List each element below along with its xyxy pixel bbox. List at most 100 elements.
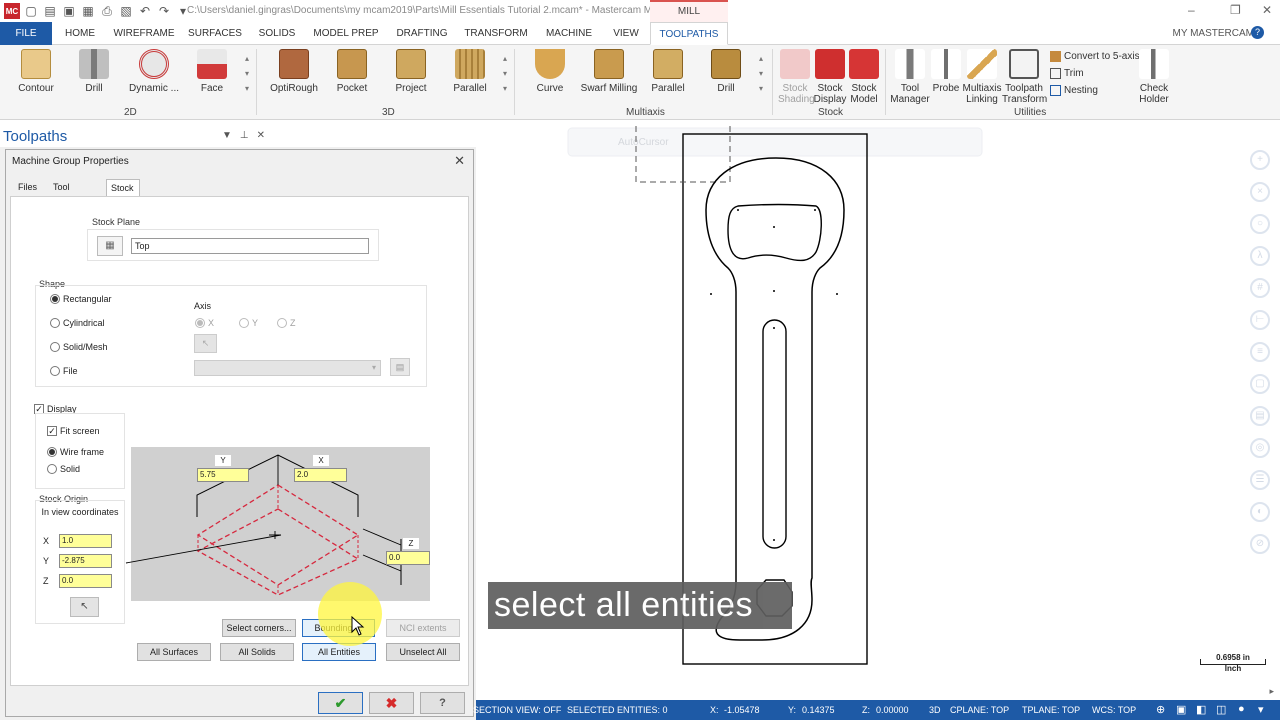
tool-manager-button[interactable]: Tool Manager — [890, 49, 930, 105]
stock-model-button[interactable]: Stock Model — [846, 49, 882, 105]
tab-solids[interactable]: SOLIDS — [252, 22, 302, 45]
stack-icon[interactable]: ☰ — [1250, 470, 1270, 490]
nesting-button[interactable]: Nesting — [1050, 85, 1098, 96]
scroll-right-icon[interactable]: ▸ — [1269, 686, 1274, 697]
cplane-status[interactable]: CPLANE: TOP — [950, 705, 1009, 715]
drill-multiaxis-button[interactable]: Drill — [704, 49, 748, 103]
print-icon[interactable]: ⎙ — [99, 3, 115, 19]
stock-x-field[interactable]: 2.0 — [294, 468, 347, 482]
new-file-icon[interactable]: ▢ — [23, 3, 39, 19]
curve-button[interactable]: Curve — [528, 49, 572, 103]
tplane-status[interactable]: TPLANE: TOP — [1022, 705, 1080, 715]
layers-icon[interactable]: ≡ — [1250, 342, 1270, 362]
shaded-view-icon[interactable]: ◧ — [1196, 703, 1206, 716]
origin-y-field[interactable]: -2.875 — [59, 554, 112, 568]
solid-select-icon[interactable]: ↖ — [194, 334, 217, 353]
parallel-multiaxis-button[interactable]: Parallel — [646, 49, 690, 103]
radio-file[interactable]: File — [50, 366, 78, 376]
all-solids-button[interactable]: All Solids — [220, 643, 294, 661]
view-cube-icon[interactable]: ▣ — [1176, 703, 1186, 716]
settings-status-icon[interactable]: ▾ — [1258, 703, 1264, 716]
dialog-close-icon[interactable]: ✕ — [454, 153, 465, 169]
unselect-all-button[interactable]: Unselect All — [386, 643, 460, 661]
convert-to-5-axis-button[interactable]: Convert to 5-axis — [1050, 51, 1140, 62]
pocket-3d-button[interactable]: Pocket — [330, 49, 374, 103]
parallel-3d-button[interactable]: Parallel — [448, 49, 492, 103]
sheet-icon[interactable]: ▤ — [1250, 406, 1270, 426]
hash-icon[interactable]: # — [1250, 278, 1270, 298]
wcs-status[interactable]: WCS: TOP — [1092, 705, 1136, 715]
plane-select-icon[interactable]: ▦ — [97, 236, 123, 256]
trim-button[interactable]: Trim — [1050, 68, 1084, 79]
swarf-milling-button[interactable]: Swarf Milling — [580, 49, 638, 103]
panel-dropdown-icon[interactable]: ▼ — [222, 130, 232, 141]
no-entry-icon[interactable]: ⊘ — [1250, 534, 1270, 554]
minimize-icon[interactable]: – — [1188, 3, 1195, 17]
file-dropdown[interactable]: ▾ — [194, 360, 381, 376]
project-button[interactable]: Project — [388, 49, 434, 103]
file-browse-icon[interactable]: ▤ — [390, 358, 410, 376]
radio-solid-mesh[interactable]: Solid/Mesh — [50, 342, 108, 352]
origin-select-icon[interactable]: ↖ — [70, 597, 99, 617]
radio-axis-x[interactable]: X — [195, 318, 214, 328]
stock-display-button[interactable]: Stock Display — [812, 49, 848, 105]
tab-transform[interactable]: TRANSFORM — [462, 22, 530, 45]
circle-tool-icon[interactable]: ○ — [1250, 214, 1270, 234]
tab-surfaces[interactable]: SURFACES — [186, 22, 244, 45]
stock-plane-field[interactable]: Top — [131, 238, 369, 254]
pin-icon[interactable]: ⊥ — [240, 130, 249, 141]
radio-cylindrical[interactable]: Cylindrical — [50, 318, 105, 328]
stock-shading-button[interactable]: Stock Shading — [778, 49, 815, 105]
box-icon[interactable]: ▢ — [1250, 374, 1270, 394]
origin-z-field[interactable]: 0.0 — [59, 574, 112, 588]
open-folder-icon[interactable]: ▤ — [42, 3, 58, 19]
section-view-status[interactable]: SECTION VIEW: OFF — [473, 705, 561, 715]
my-mastercam-link[interactable]: MY MASTERCAM — [1173, 28, 1255, 39]
add-icon[interactable]: + — [1250, 150, 1270, 170]
fit-screen-checkbox[interactable]: ✓ Fit screen — [47, 426, 100, 436]
display-mode-icon[interactable]: ● — [1238, 703, 1245, 715]
cancel-button[interactable]: ✖ — [369, 692, 414, 714]
globe-icon[interactable]: ⊕ — [1156, 703, 1165, 716]
probe-button[interactable]: Probe — [930, 49, 962, 103]
all-surfaces-button[interactable]: All Surfaces — [137, 643, 211, 661]
group-2d-scroll[interactable]: ▴ ▾ ▾ — [242, 51, 252, 97]
zoom-fit-icon[interactable]: ◎ — [1250, 438, 1270, 458]
all-entities-button[interactable]: All Entities — [302, 643, 376, 661]
drill-2d-button[interactable]: Drill — [72, 49, 116, 103]
tab-file[interactable]: FILE — [0, 22, 52, 45]
group-3d-scroll[interactable]: ▴ ▾ ▾ — [500, 51, 510, 97]
dimension-icon[interactable]: ⊢ — [1250, 310, 1270, 330]
check-holder-button[interactable]: Check Holder — [1134, 49, 1174, 105]
help-icon[interactable]: ? — [1251, 26, 1264, 39]
radio-wire-frame[interactable]: Wire frame — [47, 447, 104, 457]
undo-icon[interactable]: ↶ — [137, 3, 153, 19]
tab-view[interactable]: VIEW — [606, 22, 646, 45]
save-icon[interactable]: ▣ — [61, 3, 77, 19]
origin-x-field[interactable]: 1.0 — [59, 534, 112, 548]
multiaxis-linking-button[interactable]: Multiaxis Linking — [962, 49, 1002, 105]
tab-stock-setup[interactable]: Stock Setup — [106, 179, 140, 209]
lambda-icon[interactable]: λ — [1250, 246, 1270, 266]
tab-drafting[interactable]: DRAFTING — [392, 22, 452, 45]
group-multiaxis-scroll[interactable]: ▴ ▾ ▾ — [756, 51, 766, 97]
tab-files[interactable]: Files — [14, 179, 41, 196]
ok-button[interactable]: ✔ — [318, 692, 363, 714]
radio-solid-display[interactable]: Solid — [47, 464, 80, 474]
save-as-icon[interactable]: ▦ — [80, 3, 96, 19]
select-corners-button[interactable]: Select corners... — [222, 619, 296, 637]
tab-model-prep[interactable]: MODEL PREP — [312, 22, 380, 45]
radio-axis-z[interactable]: Z — [277, 318, 296, 328]
face-button[interactable]: Face — [190, 49, 234, 103]
panel-close-icon[interactable]: ✕ — [257, 130, 265, 141]
close-window-icon[interactable]: ✕ — [1262, 3, 1272, 17]
toolpath-transform-button[interactable]: Toolpath Transform — [1002, 49, 1047, 105]
stock-y-field[interactable]: 5.75 — [197, 468, 249, 482]
dynamic-mill-button[interactable]: Dynamic ... — [126, 49, 182, 103]
redo-icon[interactable]: ↷ — [156, 3, 172, 19]
contour-button[interactable]: Contour — [12, 49, 60, 103]
wire-view-icon[interactable]: ◫ — [1216, 703, 1226, 716]
tab-toolpaths[interactable]: TOOLPATHS — [650, 22, 728, 45]
print-preview-icon[interactable]: ▧ — [118, 3, 134, 19]
delete-icon[interactable]: × — [1250, 182, 1270, 202]
